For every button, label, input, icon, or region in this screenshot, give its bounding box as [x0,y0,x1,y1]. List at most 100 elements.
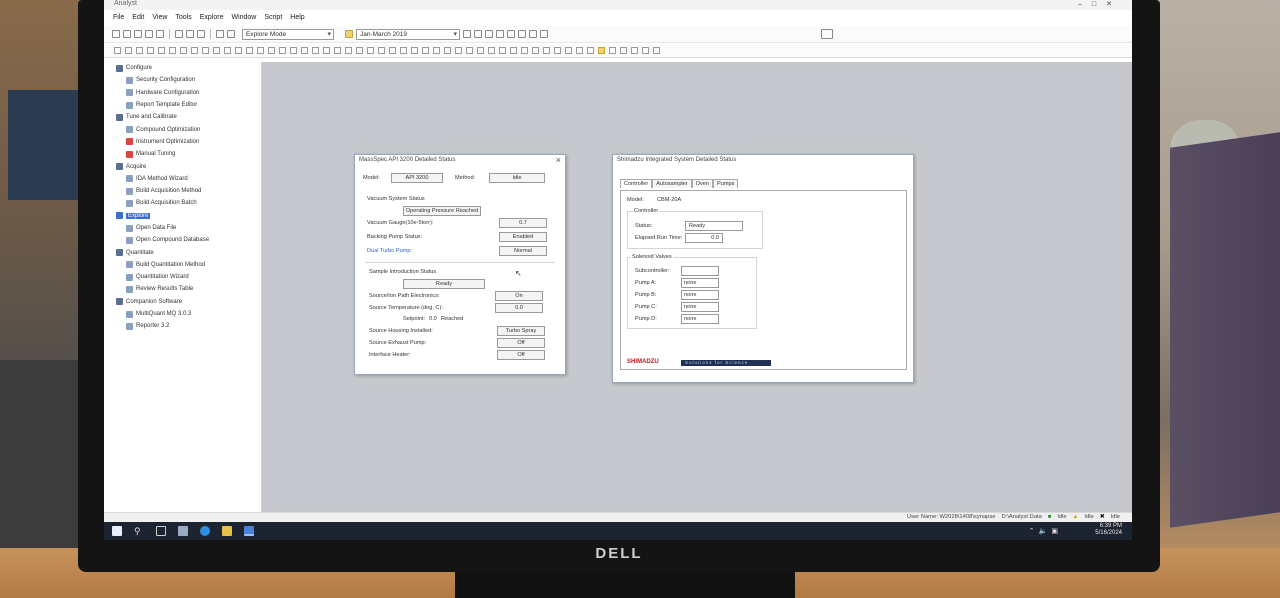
save-icon[interactable] [134,30,142,38]
nav-quantitation-wizard[interactable]: Quantitation Wizard [112,271,261,283]
nav-security-configuration[interactable]: Security Configuration [112,74,261,86]
tool-icon-42[interactable] [565,47,572,54]
nav-companion-software[interactable]: Companion Software [112,296,261,308]
tool-icon-22[interactable] [345,47,352,54]
redo-icon[interactable] [227,30,235,38]
menu-tools[interactable]: Tools [174,14,192,21]
toolbar-icon-e[interactable] [507,30,515,38]
windows-start-icon[interactable] [112,526,122,536]
nav-configure[interactable]: Configure [112,62,261,74]
tool-icon-28[interactable] [411,47,418,54]
cut-icon[interactable] [175,30,183,38]
tool-icon-18[interactable] [301,47,308,54]
tool-icon-16[interactable] [279,47,286,54]
search-icon[interactable]: ⚲ [134,526,144,536]
tool-icon-47[interactable] [620,47,627,54]
tab-controller[interactable]: Controller [620,179,653,188]
menu-file[interactable]: File [112,14,125,21]
nav-report-template-editor[interactable]: Report Template Editor [112,99,261,111]
panel-icon[interactable] [821,29,833,39]
nav-multiquant[interactable]: MultiQuant MQ 3.0.3 [112,308,261,320]
nav-review-results-table[interactable]: Review Results Table [112,283,261,295]
paste-icon[interactable] [197,30,205,38]
tool-icon-33[interactable] [466,47,473,54]
nav-tune-and-calibrate[interactable]: Tune and Calibrate [112,111,261,123]
tool-icon-50[interactable] [653,47,660,54]
tool-icon-7[interactable] [180,47,187,54]
analyst-app-icon[interactable] [244,526,254,536]
nav-instrument-optimization[interactable]: Instrument Optimization [112,136,261,148]
tool-icon-29[interactable] [422,47,429,54]
tool-icon-34[interactable] [477,47,484,54]
window-controls[interactable]: –□✕ [1078,0,1122,8]
tool-icon-4[interactable] [147,47,154,54]
edge-browser-icon[interactable] [200,526,210,536]
tool-icon-49[interactable] [642,47,649,54]
tool-icon-45[interactable] [598,47,605,54]
tool-icon-39[interactable] [532,47,539,54]
menu-view[interactable]: View [151,14,168,21]
nav-acquire[interactable]: Acquire [112,160,261,172]
tool-icon-38[interactable] [521,47,528,54]
nav-manual-tuning[interactable]: Manual Tuning [112,148,261,160]
toolbar-icon-a[interactable] [463,30,471,38]
copy-icon[interactable] [186,30,194,38]
menu-edit[interactable]: Edit [131,14,145,21]
tool-icon-1[interactable] [114,47,121,54]
tool-icon-48[interactable] [631,47,638,54]
tool-icon-6[interactable] [169,47,176,54]
tool-icon-24[interactable] [367,47,374,54]
tool-icon-27[interactable] [400,47,407,54]
tool-icon-20[interactable] [323,47,330,54]
tool-icon-2[interactable] [125,47,132,54]
toolbar-icon-h[interactable] [540,30,548,38]
tool-icon-35[interactable] [488,47,495,54]
toolbar-icon-c[interactable] [485,30,493,38]
tool-icon-5[interactable] [158,47,165,54]
nav-quantitate[interactable]: Quantitate [112,246,261,258]
clock[interactable]: 6:39 PM 5/16/2024 [1095,523,1122,537]
toolbar-icon-g[interactable] [529,30,537,38]
nav-build-acquisition-batch[interactable]: Build Acquisition Batch [112,197,261,209]
tool-icon-46[interactable] [609,47,616,54]
nav-hardware-configuration[interactable]: Hardware Configuration [112,87,261,99]
tool-icon-37[interactable] [510,47,517,54]
nav-build-quantitation-method[interactable]: Build Quantitation Method [112,259,261,271]
tab-oven[interactable]: Oven [691,179,714,188]
tool-icon-26[interactable] [389,47,396,54]
nav-build-acquisition-method[interactable]: Build Acquisition Method [112,185,261,197]
tool-icon-25[interactable] [378,47,385,54]
tool-icon-40[interactable] [543,47,550,54]
tool-icon-43[interactable] [576,47,583,54]
system-tray-icons[interactable]: ⌃🔈▣ [1029,527,1062,535]
tool-icon-36[interactable] [499,47,506,54]
nav-open-data-file[interactable]: Open Data File [112,222,261,234]
task-view-icon[interactable] [156,526,166,536]
tool-icon-13[interactable] [246,47,253,54]
tool-icon-12[interactable] [235,47,242,54]
nav-reporter[interactable]: Reporter 3.2 [112,320,261,332]
mode-select[interactable]: Explore Mode [242,28,334,40]
nav-open-compound-database[interactable]: Open Compound Database [112,234,261,246]
tool-icon-8[interactable] [191,47,198,54]
nav-compound-optimization[interactable]: Compound Optimization [112,123,261,135]
turbo-pump-label[interactable]: Dual Turbo Pump: [367,248,412,254]
print-preview-icon[interactable] [156,30,164,38]
tool-icon-14[interactable] [257,47,264,54]
toolbar-icon-b[interactable] [474,30,482,38]
tool-icon-17[interactable] [290,47,297,54]
tool-icon-11[interactable] [224,47,231,54]
nav-ida-method-wizard[interactable]: IDA Method Wizard [112,173,261,185]
tool-icon-41[interactable] [554,47,561,54]
menu-explore[interactable]: Explore [199,14,225,21]
menu-window[interactable]: Window [230,14,257,21]
close-icon[interactable]: × [556,155,561,165]
project-select[interactable]: Jan-March 2019 [356,28,460,40]
tool-icon-30[interactable] [433,47,440,54]
network-app-icon[interactable] [178,526,188,536]
tab-autosampler[interactable]: Autosampler [652,179,692,188]
tool-icon-9[interactable] [202,47,209,54]
new-icon[interactable] [112,30,120,38]
tab-pumps[interactable]: Pumps [713,179,739,188]
folder-icon[interactable] [345,30,353,38]
